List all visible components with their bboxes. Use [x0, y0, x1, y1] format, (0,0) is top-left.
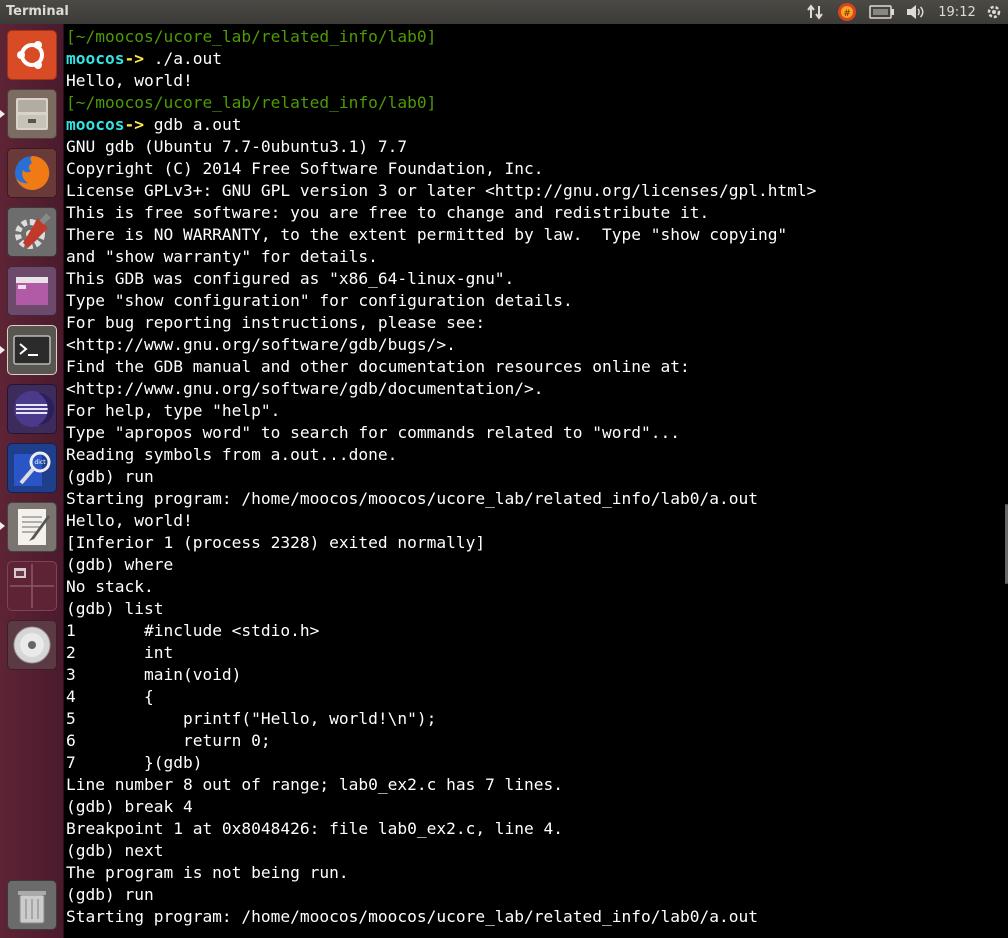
- output-line: Type "apropos word" to search for comman…: [66, 423, 680, 442]
- prompt-arrow: ->: [124, 49, 144, 68]
- network-updown-icon[interactable]: [803, 0, 829, 24]
- output-line: Hello, world!: [66, 511, 193, 530]
- trash-icon[interactable]: [7, 880, 57, 930]
- output-line: GNU gdb (Ubuntu 7.7-0ubuntu3.1) 7.7: [66, 137, 408, 156]
- output-line: <http://www.gnu.org/software/gdb/bugs/>.: [66, 335, 456, 354]
- clock[interactable]: 19:12: [934, 0, 980, 24]
- workspace-switcher-icon[interactable]: [7, 561, 57, 611]
- running-indicator: [0, 110, 5, 118]
- top-panel: Terminal # 19:12: [0, 0, 1008, 24]
- input-method-icon[interactable]: #: [834, 0, 860, 24]
- output-line: Copyright (C) 2014 Free Software Foundat…: [66, 159, 544, 178]
- shell-prompt-line: moocos-> gdb a.out: [66, 114, 816, 136]
- output-line: This is free software: you are free to c…: [66, 203, 710, 222]
- prompt-command: ./a.out: [143, 49, 222, 68]
- output-line: License GPLv3+: GNU GPL version 3 or lat…: [66, 181, 817, 200]
- output-line: For help, type "help".: [66, 401, 281, 420]
- working-directory-line: [~/moocos/ucore_lab/related_info/lab0]: [66, 93, 437, 112]
- output-line: [Inferior 1 (process 2328) exited normal…: [66, 533, 486, 552]
- working-directory-line: [~/moocos/ucore_lab/related_info/lab0]: [66, 27, 437, 46]
- text-editor-icon[interactable]: [7, 502, 57, 552]
- output-line: For bug reporting instructions, please s…: [66, 313, 486, 332]
- output-line: 5 printf("Hello, world!\n");: [66, 709, 437, 728]
- terminal-icon[interactable]: [7, 325, 57, 375]
- prompt-user: moocos: [66, 115, 125, 134]
- output-line: There is NO WARRANTY, to the extent perm…: [66, 225, 788, 244]
- output-line: The program is not being run.: [66, 863, 349, 882]
- app-title: Terminal: [6, 4, 69, 19]
- output-line: Find the GDB manual and other documentat…: [66, 357, 690, 376]
- ubuntu-dash-icon[interactable]: [7, 30, 57, 80]
- output-line: <http://www.gnu.org/software/gdb/documen…: [66, 379, 544, 398]
- output-line: 7 }(gdb): [66, 753, 203, 772]
- system-settings-icon[interactable]: [7, 207, 57, 257]
- output-line: (gdb) where: [66, 555, 174, 574]
- files-icon[interactable]: [7, 89, 57, 139]
- eclipse-icon[interactable]: [7, 384, 57, 434]
- output-line: (gdb) run: [66, 885, 154, 904]
- output-line: 2 int: [66, 643, 174, 662]
- output-line: Breakpoint 1 at 0x8048426: file lab0_ex2…: [66, 819, 564, 838]
- output-line: Starting program: /home/moocos/moocos/uc…: [66, 489, 758, 508]
- svg-text:#: #: [843, 9, 851, 19]
- prompt-arrow: ->: [124, 115, 144, 134]
- power-gear-icon[interactable]: [984, 0, 1004, 24]
- dictionary-icon[interactable]: dict: [7, 443, 57, 493]
- output-line: 3 main(void): [66, 665, 242, 684]
- prompt-user: moocos: [66, 49, 125, 68]
- output-line: (gdb) run: [66, 467, 154, 486]
- running-indicator: [0, 346, 5, 354]
- battery-icon[interactable]: [866, 0, 898, 24]
- output-line: Reading symbols from a.out...done.: [66, 445, 398, 464]
- svg-text:dict: dict: [34, 459, 46, 466]
- cd-drive-icon[interactable]: [7, 620, 57, 670]
- output-line: 6 return 0;: [66, 731, 271, 750]
- output-line: No stack.: [66, 577, 154, 596]
- prompt-command: gdb a.out: [143, 115, 242, 134]
- output-line: Hello, world!: [66, 71, 193, 90]
- output-line: 4 {: [66, 687, 154, 706]
- output-line: (gdb) list: [66, 599, 164, 618]
- output-line: (gdb) next: [66, 841, 164, 860]
- firefox-icon[interactable]: [7, 148, 57, 198]
- volume-icon[interactable]: [902, 0, 928, 24]
- app-window-icon[interactable]: [7, 266, 57, 316]
- terminal-output: [~/moocos/ucore_lab/related_info/lab0]mo…: [66, 26, 816, 928]
- output-line: Line number 8 out of range; lab0_ex2.c h…: [66, 775, 564, 794]
- launcher: dict: [0, 24, 64, 938]
- output-line: and "show warranty" for details.: [66, 247, 378, 266]
- output-line: This GDB was configured as "x86_64-linux…: [66, 269, 515, 288]
- terminal-window[interactable]: [~/moocos/ucore_lab/related_info/lab0]mo…: [65, 24, 1008, 938]
- output-line: 1 #include <stdio.h>: [66, 621, 320, 640]
- running-indicator: [0, 522, 5, 530]
- output-line: (gdb) break 4: [66, 797, 193, 816]
- shell-prompt-line: moocos-> ./a.out: [66, 48, 816, 70]
- output-line: Type "show configuration" for configurat…: [66, 291, 573, 310]
- output-line: Starting program: /home/moocos/moocos/uc…: [66, 907, 758, 926]
